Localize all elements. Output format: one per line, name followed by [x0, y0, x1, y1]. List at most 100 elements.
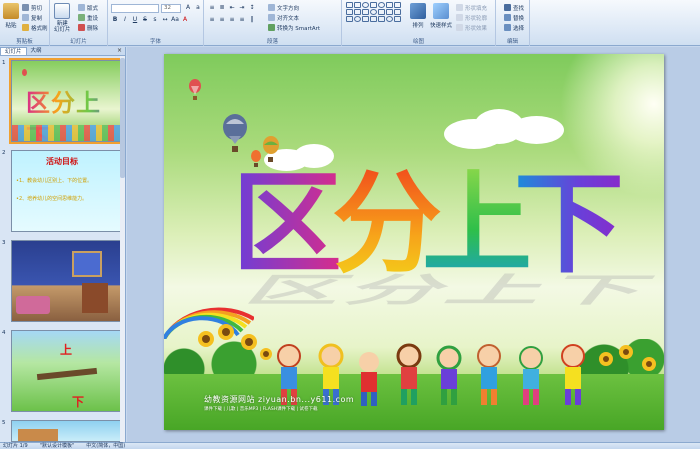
numbering-icon[interactable]: ≣ — [218, 4, 226, 12]
indent-decrease-icon[interactable]: ⇤ — [228, 4, 236, 12]
thumb-number: 1 — [2, 60, 6, 66]
shape-effects-button[interactable]: 形状效果 — [456, 23, 487, 32]
font-size-select[interactable]: 32 — [161, 4, 181, 13]
shape-icon[interactable] — [370, 2, 377, 8]
shape-icon[interactable] — [386, 2, 393, 8]
tab-outline[interactable]: 大纲 — [27, 47, 46, 55]
quick-styles-label: 快速样式 — [430, 23, 453, 29]
align-center-icon[interactable]: ≡ — [218, 16, 226, 24]
thumb-number: 4 — [2, 330, 6, 336]
shape-icon[interactable] — [346, 9, 353, 15]
tab-slides[interactable]: 幻灯片 — [0, 47, 27, 55]
grow-font-icon[interactable]: A — [184, 4, 192, 12]
close-icon[interactable]: × — [117, 47, 122, 55]
font-grow-shrink: Aa — [184, 4, 202, 12]
shape-icon[interactable] — [354, 2, 361, 8]
select-button[interactable]: 选择 — [504, 23, 524, 32]
text-direction-button[interactable]: 文字方向 — [268, 3, 299, 12]
shape-icon[interactable] — [362, 9, 369, 15]
scissors-icon — [22, 4, 29, 11]
strikethrough-icon[interactable]: S — [141, 16, 149, 24]
layout-button[interactable]: 版式 — [78, 3, 98, 12]
shape-icon[interactable] — [394, 2, 401, 8]
bullets-icon[interactable]: ≡ — [208, 4, 216, 12]
slide-thumbnail-3[interactable] — [11, 240, 121, 322]
slide-thumbnail-4[interactable]: 上 下 — [11, 330, 121, 412]
shape-icon[interactable] — [346, 16, 353, 22]
shape-icon[interactable] — [362, 2, 369, 8]
copy-button[interactable]: 复制 — [22, 13, 42, 22]
shape-icon[interactable] — [386, 9, 393, 15]
shape-icon[interactable] — [354, 16, 361, 22]
arrange-icon — [410, 3, 426, 19]
shape-icon[interactable] — [386, 16, 393, 22]
indent-increase-icon[interactable]: ⇥ — [238, 4, 246, 12]
layout-label: 版式 — [87, 5, 99, 12]
arrange-button[interactable]: 排列 — [410, 3, 426, 29]
thumb-4-up: 上 — [60, 343, 73, 357]
underline-icon[interactable]: U — [131, 16, 139, 24]
slide-thumbnail-1[interactable]: 区分上下 — [9, 58, 123, 144]
new-slide-button[interactable]: 新建 幻灯片 — [54, 3, 71, 33]
shapes-gallery[interactable] — [346, 2, 401, 22]
shape-icon[interactable] — [370, 16, 377, 22]
language-indicator[interactable]: 中文(简体，中国) — [86, 443, 125, 449]
shape-icon[interactable] — [370, 9, 377, 15]
outline-icon — [456, 14, 463, 21]
italic-icon[interactable]: I — [121, 16, 129, 24]
shape-icon[interactable] — [378, 16, 385, 22]
slide-editor: 区 分 上 下 区 分 上 下 幼教资源网站 ziyuan.bn...y611.… — [127, 47, 700, 442]
smartart-button[interactable]: 转换为 SmartArt — [268, 23, 320, 32]
replace-button[interactable]: 替换 — [504, 13, 524, 22]
new-slide-icon — [54, 3, 71, 19]
bridge-icon — [36, 367, 98, 381]
align-text-button[interactable]: 对齐文本 — [268, 13, 299, 22]
shape-icon[interactable] — [378, 2, 385, 8]
shape-icon[interactable] — [394, 16, 401, 22]
shape-icon[interactable] — [362, 16, 369, 22]
align-left-icon[interactable]: ≡ — [208, 16, 216, 24]
shape-icon[interactable] — [394, 9, 401, 15]
scrollbar-thumb[interactable] — [120, 58, 125, 178]
paragraph-group: ≡ ≣ ⇤ ⇥ ↕ ≡ ≡ ≡ ≡ ‖ 文字方向 对齐文本 转换为 SmartArt 段落 — [204, 0, 342, 46]
delete-button[interactable]: 删除 — [78, 23, 98, 32]
paste-label: 粘贴 — [5, 23, 17, 29]
shape-fill-button[interactable]: 形状填充 — [456, 3, 487, 12]
line-spacing-icon[interactable]: ↕ — [248, 4, 256, 12]
thumb-number: 5 — [2, 420, 6, 426]
reset-button[interactable]: 重设 — [78, 13, 98, 22]
format-painter-button[interactable]: 格式刷 — [22, 23, 48, 32]
shape-outline-button[interactable]: 形状轮廓 — [456, 13, 487, 22]
thumb-number: 2 — [2, 150, 6, 156]
panel-scrollbar[interactable] — [120, 56, 125, 442]
shape-icon[interactable] — [354, 9, 361, 15]
shrink-font-icon[interactable]: a — [194, 4, 202, 12]
balloon-icon — [22, 69, 27, 76]
justify-icon[interactable]: ≡ — [238, 16, 246, 24]
drawing-group: 排列 快速样式 形状填充 形状轮廓 形状效果 绘图 — [342, 0, 496, 46]
slide-thumbnail-5[interactable] — [11, 420, 121, 442]
case-icon[interactable]: Aa — [171, 16, 179, 24]
drawing-group-label: 绘图 — [412, 39, 424, 45]
font-name-select[interactable] — [111, 4, 159, 13]
paste-icon — [3, 3, 19, 19]
quick-styles-button[interactable]: 快速样式 — [430, 3, 452, 29]
slide-thumbnail-2[interactable]: 活动目标 •1、教会幼儿区别上、下的位置。 •2、培养幼儿的空间思维能力。 — [11, 150, 121, 232]
cut-button[interactable]: 剪切 — [22, 3, 42, 12]
shape-icon[interactable] — [378, 9, 385, 15]
find-button[interactable]: 查找 — [504, 3, 524, 12]
bold-icon[interactable]: B — [111, 16, 119, 24]
shadow-icon[interactable]: s — [151, 16, 159, 24]
spacing-icon[interactable]: ↔ — [161, 16, 169, 24]
shape-icon[interactable] — [346, 2, 353, 8]
align-row: ≡ ≡ ≡ ≡ ‖ — [208, 16, 256, 24]
slides-panel: 幻灯片 大纲 × 1 区分上下 2 活动目标 •1、教会幼儿区别上、下的位置。 … — [0, 47, 126, 442]
copy-icon — [22, 14, 29, 21]
slides-group: 新建 幻灯片 版式 重设 删除 幻灯片 — [50, 0, 108, 46]
font-color-icon[interactable]: A — [181, 16, 189, 24]
slide-canvas[interactable]: 区 分 上 下 区 分 上 下 幼教资源网站 ziyuan.bn...y611.… — [164, 54, 664, 430]
columns-icon[interactable]: ‖ — [248, 16, 256, 24]
align-right-icon[interactable]: ≡ — [228, 16, 236, 24]
font-format-row: B I U S s ↔ Aa A — [111, 16, 189, 24]
paste-button[interactable]: 粘贴 — [3, 3, 19, 29]
